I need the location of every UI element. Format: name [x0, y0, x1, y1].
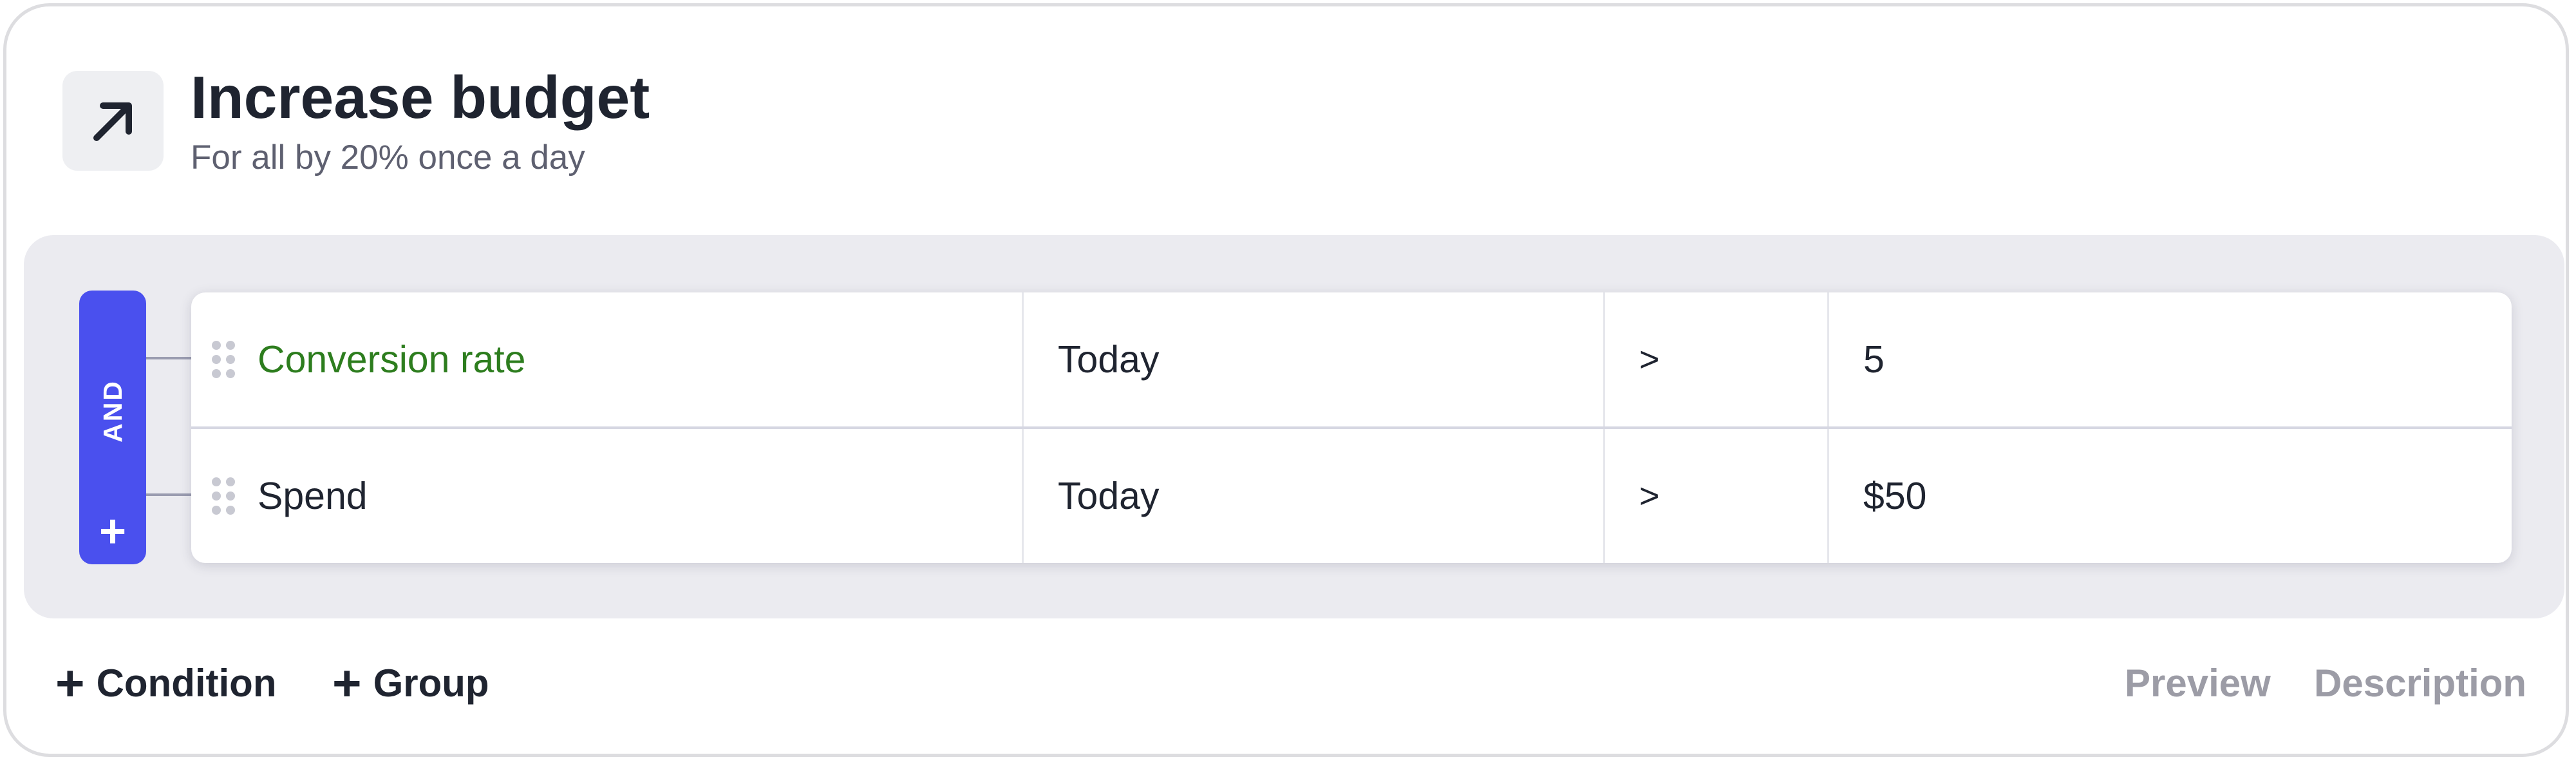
value-input[interactable]: $50 — [1829, 429, 2512, 563]
description-link[interactable]: Description — [2314, 657, 2526, 709]
add-condition-button[interactable]: + Condition — [55, 657, 276, 709]
operator-select[interactable]: > — [1605, 429, 1827, 563]
period-select[interactable]: Today — [1024, 429, 1603, 563]
add-group-label: Group — [373, 661, 489, 705]
add-condition-label: Condition — [96, 661, 277, 705]
value-input[interactable]: 5 — [1829, 292, 2512, 426]
condition-row: Spend Today > $50 — [191, 429, 2512, 563]
rule-card: Increase budget For all by 20% once a da… — [3, 3, 2569, 757]
condition-row: Conversion rate Today > 5 — [191, 292, 2512, 426]
rule-subtitle: For all by 20% once a day — [191, 138, 585, 177]
operator-select[interactable]: > — [1605, 292, 1827, 426]
arrow-up-right-icon — [93, 102, 132, 141]
add-group-button[interactable]: + Group — [332, 657, 489, 709]
header-icon-container — [62, 71, 164, 171]
period-select[interactable]: Today — [1024, 292, 1603, 426]
and-operator-label[interactable]: AND — [97, 379, 129, 443]
condition-rows: Conversion rate Today > 5 Spend Today > … — [191, 292, 2512, 563]
plus-icon: + — [332, 654, 362, 711]
plus-icon: + — [55, 654, 85, 711]
metric-select[interactable]: Spend — [191, 429, 1022, 563]
row-connector — [146, 493, 191, 496]
metric-select[interactable]: Conversion rate — [191, 292, 1022, 426]
preview-link[interactable]: Preview — [2125, 657, 2271, 709]
add-to-group-button[interactable]: + — [87, 508, 138, 555]
row-connector — [146, 357, 191, 359]
rule-title: Increase budget — [191, 64, 650, 131]
